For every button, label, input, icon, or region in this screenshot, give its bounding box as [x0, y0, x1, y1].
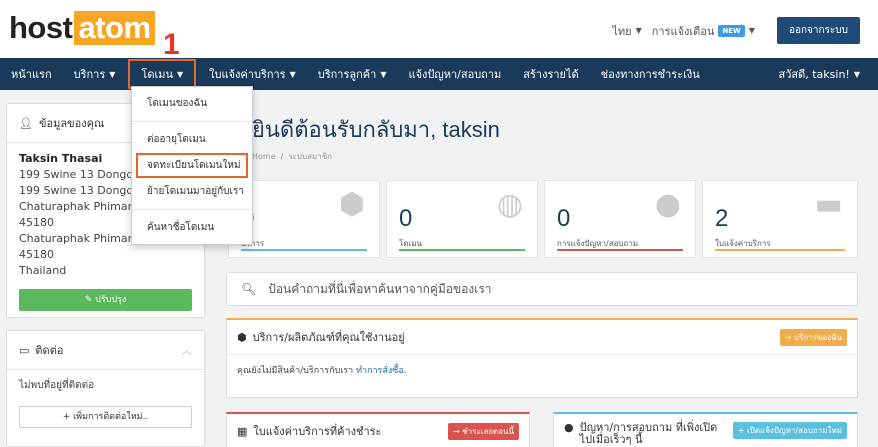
collapse-icon[interactable]: ︿: [181, 342, 192, 358]
hostatom-logo[interactable]: host atom: [9, 10, 155, 45]
top-header: host atom ไทย ▼ การแจ้งเตือน NEW ▼ ออกจาก…: [0, 0, 878, 58]
comments-icon: ●: [564, 421, 574, 434]
products-panel-header: ⬢ บริการ/ผลิตภัณฑ์ที่คุณใช้งานอยู่ → บริ…: [227, 320, 857, 355]
pay-now-button[interactable]: → ชำระเลยตอนนี้: [447, 422, 519, 440]
globe-icon: ◍: [496, 187, 523, 222]
stat-bar: [557, 249, 683, 251]
menu-item-register-domain[interactable]: จดทะเบียนโดเมนใหม่: [136, 153, 248, 178]
annotation-number-1: 1: [163, 28, 180, 61]
unpaid-invoices-header: ▦ ใบแจ้งค่าบริการที่ค้างชำระ → ชำระเลยตอ…: [227, 414, 529, 447]
user-menu[interactable]: สวัสดี, taksin! ▼: [779, 58, 861, 90]
stat-bar: [241, 249, 367, 251]
contacts-empty-text: ไม่พบที่อยู่ที่ติดต่อ: [19, 380, 95, 391]
caret-down-icon: ▼: [635, 26, 642, 35]
pencil-icon: ✎: [84, 295, 93, 305]
caret-down-icon: ▼: [853, 69, 860, 79]
products-empty-text: คุณยังไม่มีสินค้า/บริการกับเรา ทำการสั่ง…: [237, 366, 407, 376]
comments-icon: ●: [654, 187, 681, 222]
cube-icon: ⬢: [237, 330, 247, 344]
knowledgebase-search-input[interactable]: 🔍︎ ป้อนคำถามที่นี่เพื่อหาค้นหาจากคู่มือข…: [226, 272, 858, 306]
stat-bar: [715, 249, 845, 251]
open-ticket-button[interactable]: + เปิดแจ้งปัญหา/สอบถามใหม่: [732, 422, 847, 439]
stat-invoices[interactable]: ▬ 2 ใบแจ้งค่าบริการ: [702, 180, 858, 258]
stat-tickets[interactable]: ● 0 การแจ้งปัญหา/สอบถาม: [544, 180, 696, 258]
page-title: ยินดีต้อนรับกลับมา, taksin: [252, 117, 500, 142]
nav-support[interactable]: แจ้งปัญหา/สอบถาม: [397, 58, 512, 90]
order-link[interactable]: ทำการสั่งซื้อ: [356, 366, 404, 376]
recent-tickets-header: ● ปัญหา/การสอบถาม ที่เพิ่งเปิด ไปเมื่อเร็…: [554, 414, 857, 447]
update-profile-button[interactable]: ✎ ปรับปรุง: [19, 289, 192, 311]
menu-item-my-domains[interactable]: โดเมนของฉัน: [132, 91, 252, 116]
credit-card-icon: ▬: [814, 187, 843, 222]
folder-icon: ▭: [19, 343, 30, 357]
nav-services[interactable]: บริการ ▼: [63, 58, 127, 90]
contacts-panel: ▭ ติดต่อ ︿ ไม่พบที่อยู่ที่ติดต่อ + เพิ่ม…: [6, 330, 205, 447]
caret-down-icon: ▼: [289, 69, 296, 79]
recent-tickets-panel: ● ปัญหา/การสอบถาม ที่เพิ่งเปิด ไปเมื่อเร็…: [553, 412, 858, 447]
breadcrumb-home[interactable]: Home: [252, 152, 276, 161]
language-selector[interactable]: ไทย ▼: [612, 22, 641, 40]
calculator-icon: ▦: [237, 424, 248, 438]
search-icon: 🔍︎: [241, 282, 257, 296]
cube-icon: ⬢: [338, 187, 365, 222]
menu-item-domain-search[interactable]: ค้นหาชื่อโดเมน: [132, 215, 252, 240]
menu-item-renew-domains[interactable]: ต่ออายุโดเมน: [132, 127, 252, 152]
nav-home[interactable]: หน้าแรก: [0, 58, 63, 90]
nav-customer-service[interactable]: บริการลูกค้า ▼: [307, 58, 398, 90]
domain-dropdown-menu: โดเมนของฉัน ต่ออายุโดเมน จดทะเบียนโดเมนใ…: [131, 86, 253, 245]
nav-domains[interactable]: โดเมน ▼: [128, 59, 197, 89]
menu-divider: [132, 121, 252, 122]
logout-button[interactable]: ออกจากระบบ: [776, 17, 860, 44]
caret-down-icon: ▼: [109, 69, 116, 79]
caret-down-icon: ▼: [380, 69, 387, 79]
top-right-menu: ไทย ▼ การแจ้งเตือน NEW ▼ ออกจากระบบ: [612, 17, 860, 44]
new-badge: NEW: [718, 24, 745, 37]
menu-item-transfer-domain[interactable]: ย้ายโดเมนมาอยู่กับเรา: [132, 179, 252, 204]
plus-icon: +: [62, 412, 71, 422]
breadcrumb: Home / ระบบสมาชิก: [252, 152, 332, 161]
contacts-panel-header: ▭ ติดต่อ ︿: [7, 331, 204, 370]
nav-payment-methods[interactable]: ช่องทางการชำระเงิน: [590, 58, 711, 90]
notifications-menu[interactable]: การแจ้งเตือน NEW ▼: [652, 22, 755, 40]
stat-domains[interactable]: ◍ 0 โดเมน: [386, 180, 538, 258]
stat-bar: [399, 249, 525, 251]
nav-affiliate[interactable]: สร้างรายได้: [512, 58, 589, 90]
products-panel: ⬢ บริการ/ผลิตภัณฑ์ที่คุณใช้งานอยู่ → บริ…: [226, 318, 858, 398]
caret-down-icon: ▼: [177, 69, 184, 79]
my-services-button[interactable]: → บริการของฉัน: [779, 328, 847, 346]
user-icon: 👤︎: [19, 116, 33, 130]
menu-divider: [132, 209, 252, 210]
caret-down-icon: ▼: [748, 26, 755, 35]
add-contact-button[interactable]: + เพิ่มการติดต่อใหม่..: [19, 406, 192, 428]
breadcrumb-client-area: ระบบสมาชิก: [288, 152, 332, 161]
unpaid-invoices-panel: ▦ ใบแจ้งค่าบริการที่ค้างชำระ → ชำระเลยตอ…: [226, 412, 530, 447]
